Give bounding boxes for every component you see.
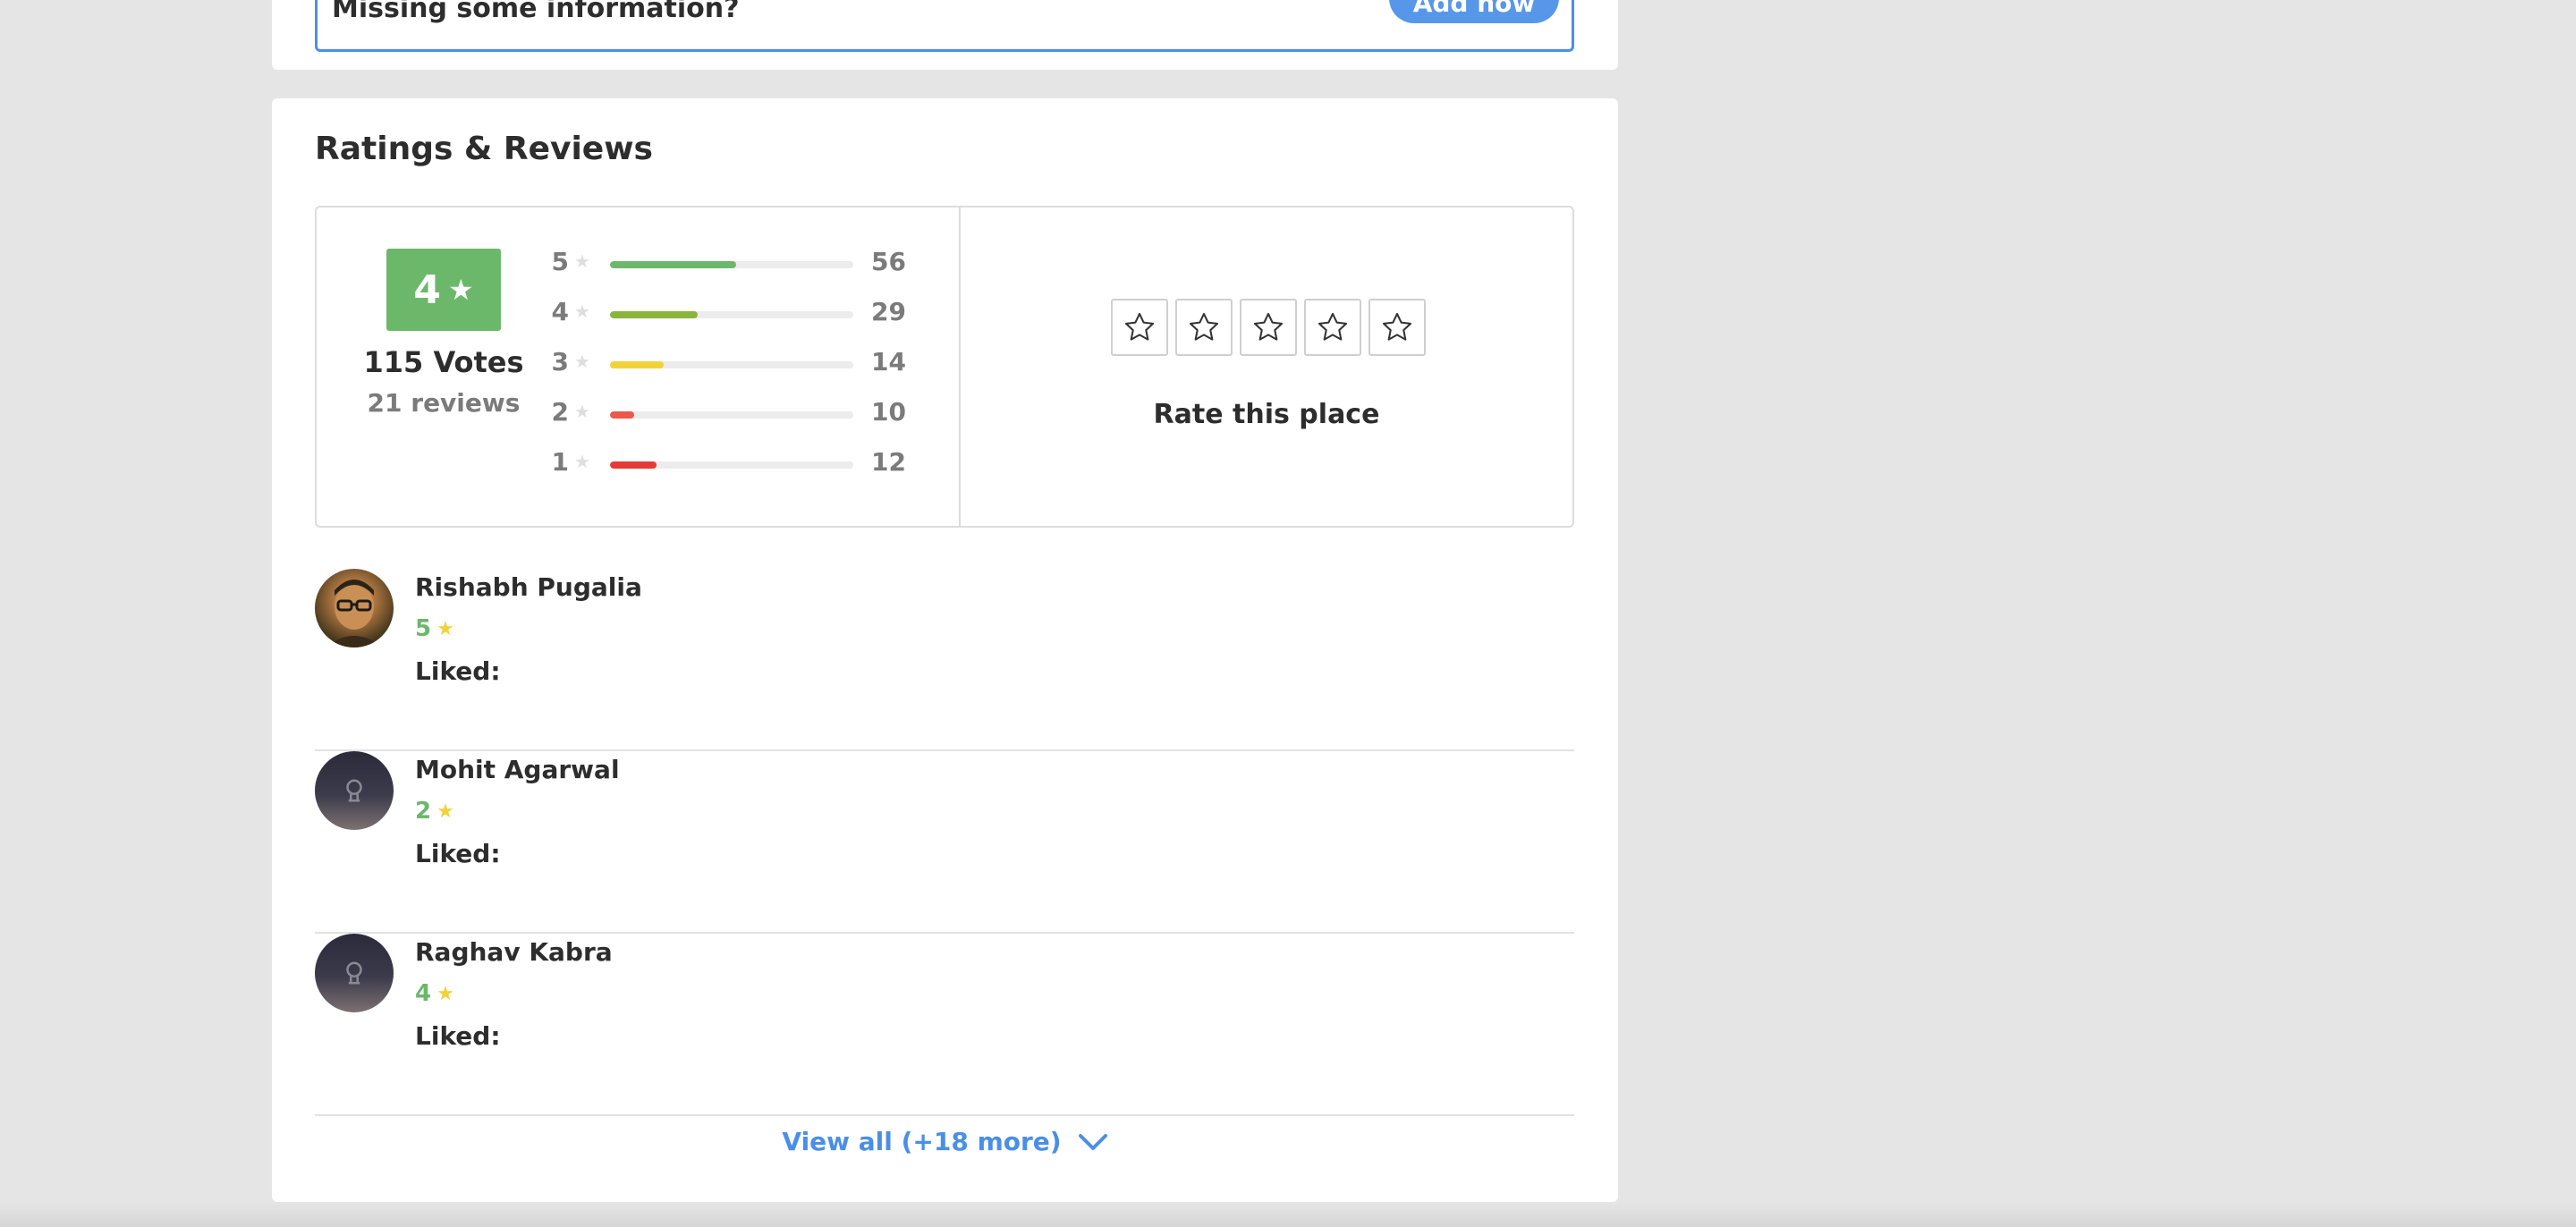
rating-bar-row: 4 ★ 29	[549, 297, 943, 347]
add-now-button[interactable]: Add now	[1389, 0, 1559, 23]
chevron-down-icon	[1078, 1133, 1107, 1150]
star-outline-icon	[1253, 312, 1284, 341]
bottom-edge	[0, 1202, 2576, 1227]
rate-this-place-label: Rate this place	[1153, 399, 1380, 430]
bar-fill	[610, 461, 657, 469]
rate-star-5[interactable]	[1368, 299, 1426, 356]
star-icon: ★	[436, 617, 454, 640]
avatar[interactable]	[315, 569, 394, 647]
default-user-icon	[346, 779, 362, 802]
rating-value: 5	[415, 615, 432, 642]
review-item: Mohit Agarwal 2 ★ Liked:	[315, 751, 1574, 934]
score-value: 4	[413, 267, 441, 313]
avatar[interactable]	[315, 934, 394, 1012]
rating-distribution: 5 ★ 56 4 ★ 29 3 ★ 14 2 ★ 10 1 ★ 12	[549, 247, 943, 497]
score-badge: 4 ★	[386, 249, 501, 331]
bar-count: 56	[871, 247, 906, 276]
bar-count: 14	[871, 347, 906, 377]
bar-track	[610, 261, 853, 268]
default-user-icon	[346, 961, 362, 985]
user-photo-icon	[326, 580, 383, 647]
view-all-label: View all (+18 more)	[782, 1127, 1062, 1156]
bar-fill	[610, 261, 737, 268]
rating-bar-row: 3 ★ 14	[549, 347, 943, 397]
missing-info-card: Missing some information? Add now	[272, 0, 1618, 70]
reviewer-name[interactable]: Raghav Kabra	[415, 937, 613, 967]
bar-star-label: 2	[551, 397, 569, 427]
rate-star-2[interactable]	[1175, 299, 1233, 356]
star-outline-icon	[1382, 312, 1412, 341]
rating-value: 2	[415, 798, 432, 825]
missing-info-text: Missing some information?	[332, 0, 740, 24]
star-icon: ★	[574, 351, 590, 372]
star-icon: ★	[574, 300, 590, 322]
ratings-reviews-card: Ratings & Reviews 4 ★ 115 Votes 21 revie…	[272, 98, 1618, 1202]
rate-this-place: Rate this place	[961, 207, 1572, 526]
star-icon: ★	[574, 401, 590, 422]
liked-label: Liked:	[415, 656, 501, 686]
missing-info-box: Missing some information? Add now	[315, 0, 1574, 52]
bar-star-label: 4	[551, 297, 569, 326]
bar-star-label: 1	[551, 447, 569, 477]
reviewer-rating: 4 ★	[415, 980, 454, 1007]
bar-star-label: 3	[551, 347, 569, 377]
star-icon: ★	[447, 273, 474, 307]
star-icon: ★	[436, 800, 454, 823]
rating-summary: 4 ★ 115 Votes 21 reviews 5 ★ 56 4 ★ 29 3…	[317, 207, 961, 526]
bar-track	[610, 461, 853, 469]
rating-bar-row: 2 ★ 10	[549, 397, 943, 447]
reviewer-rating: 5 ★	[415, 615, 454, 642]
section-title: Ratings & Reviews	[315, 131, 653, 167]
avatar[interactable]	[315, 751, 394, 830]
bar-track	[610, 311, 853, 318]
votes-count: 115 Votes	[363, 345, 524, 379]
reviewer-rating: 2 ★	[415, 798, 454, 825]
star-icon: ★	[574, 451, 590, 472]
bar-fill	[610, 311, 698, 318]
liked-label: Liked:	[415, 1021, 501, 1051]
reviews-count: 21 reviews	[367, 388, 521, 418]
page: Missing some information? Add now Rating…	[0, 0, 2576, 1227]
star-outline-icon	[1189, 312, 1219, 341]
star-icon: ★	[436, 982, 454, 1005]
reviewer-name[interactable]: Rishabh Pugalia	[415, 572, 642, 602]
rate-star-3[interactable]	[1240, 299, 1297, 356]
rating-value: 4	[415, 980, 432, 1007]
reviewer-name[interactable]: Mohit Agarwal	[415, 755, 620, 784]
rating-bar-row: 1 ★ 12	[549, 447, 943, 497]
rating-bar-row: 5 ★ 56	[549, 247, 943, 297]
star-outline-icon	[1318, 312, 1348, 341]
rate-star-4[interactable]	[1304, 299, 1361, 356]
rate-star-1[interactable]	[1111, 299, 1168, 356]
bar-count: 10	[871, 397, 906, 427]
rating-summary-box: 4 ★ 115 Votes 21 reviews 5 ★ 56 4 ★ 29 3…	[315, 206, 1574, 528]
view-all-link[interactable]: View all (+18 more)	[272, 1127, 1618, 1156]
bar-fill	[610, 411, 635, 419]
bar-fill	[610, 361, 664, 368]
rate-stars	[1111, 299, 1426, 356]
liked-label: Liked:	[415, 839, 501, 868]
bar-star-label: 5	[551, 247, 569, 276]
star-outline-icon	[1124, 312, 1155, 341]
bar-count: 12	[871, 447, 906, 477]
star-icon: ★	[574, 250, 590, 272]
review-item: Raghav Kabra 4 ★ Liked:	[315, 934, 1574, 1116]
bar-count: 29	[871, 297, 906, 326]
review-item: Rishabh Pugalia 5 ★ Liked:	[315, 569, 1574, 751]
bar-track	[610, 361, 853, 368]
bar-track	[610, 411, 853, 419]
